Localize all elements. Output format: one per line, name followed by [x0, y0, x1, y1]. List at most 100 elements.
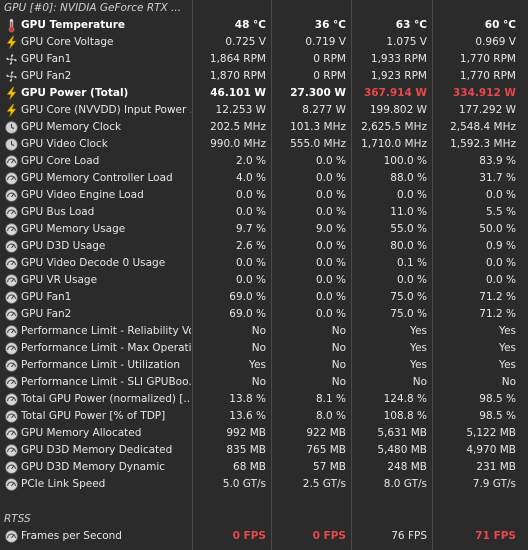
- thermometer-icon: [4, 18, 19, 33]
- gauge-icon: [4, 205, 19, 220]
- maximum-value: 76 FPS: [391, 530, 427, 542]
- current-value: 202.5 MHz: [210, 121, 266, 133]
- sensor-name: GPU D3D Memory Dynamic: [21, 461, 166, 473]
- sensor-name: Total GPU Power [% of TDP]: [21, 410, 166, 422]
- sensor-row-gpu-memory-clock[interactable]: GPU Memory Clock 202.5 MHz 101.3 MHz 2,625.…: [0, 119, 528, 136]
- sensor-row-gpu-d3d-memory-dynamic[interactable]: GPU D3D Memory Dynamic 68 MB 57 MB 248 MB 23…: [0, 459, 528, 476]
- maximum-value: 1,710.0 MHz: [361, 138, 427, 150]
- sensor-row-gpu-bus-load[interactable]: GPU Bus Load 0.0 % 0.0 % 11.0 % 5.5 %: [0, 204, 528, 221]
- sensor-label: Performance Limit - Max Operati...: [4, 340, 191, 357]
- sensor-label: Total GPU Power [% of TDP]: [4, 408, 191, 425]
- sensor-label: GPU Memory Controller Load: [4, 170, 191, 187]
- sensor-name: GPU Fan2: [21, 70, 72, 82]
- current-value: 13.8 %: [229, 393, 266, 405]
- sensor-row-total-gpu-power-normalized[interactable]: Total GPU Power (normalized) [... 13.8 % 8…: [0, 391, 528, 408]
- sensor-row-gpu-memory-usage[interactable]: GPU Memory Usage 9.7 % 9.0 % 55.0 % 50.0 %: [0, 221, 528, 238]
- sensor-row-gpu-core-voltage[interactable]: GPU Core Voltage 0.725 V 0.719 V 1.075 V 0.9…: [0, 34, 528, 51]
- minimum-value: 922 MB: [306, 427, 346, 439]
- minimum-value: No: [331, 359, 346, 371]
- sensor-row-gpu-memory-controller-load[interactable]: GPU Memory Controller Load 4.0 % 0.0 % 88.0…: [0, 170, 528, 187]
- sensor-label: GPU Video Engine Load: [4, 187, 191, 204]
- average-value: 50.0 %: [479, 223, 516, 235]
- gauge-icon: [4, 477, 19, 492]
- sensor-row-gpu-core-nvvdd-input-power[interactable]: GPU Core (NVVDD) Input Power ... 12.253 W…: [0, 102, 528, 119]
- sensor-row-gpu-fan2[interactable]: GPU Fan2 69.0 % 0.0 % 75.0 % 71.2 %: [0, 306, 528, 323]
- gauge-icon: [4, 529, 19, 544]
- sensor-row-gpu-vr-usage[interactable]: GPU VR Usage 0.0 % 0.0 % 0.0 % 0.0 %: [0, 272, 528, 289]
- sensor-name: GPU Bus Load: [21, 206, 95, 218]
- current-value: 2.0 %: [235, 155, 266, 167]
- sensor-row-gpu-core-load[interactable]: GPU Core Load 2.0 % 0.0 % 100.0 % 83.9 %: [0, 153, 528, 170]
- maximum-value: No: [412, 376, 427, 388]
- sensor-row-performance-limit-max-operati[interactable]: Performance Limit - Max Operati... No No Ye…: [0, 340, 528, 357]
- gauge-icon: [4, 256, 19, 271]
- maximum-value: 108.8 %: [383, 410, 427, 422]
- sensor-row-gpu-video-clock[interactable]: GPU Video Clock 990.0 MHz 555.0 MHz 1,710.0…: [0, 136, 528, 153]
- sensor-row-gpu-fan2[interactable]: GPU Fan2 1,870 RPM 0 RPM 1,923 RPM 1,770 RPM: [0, 68, 528, 85]
- sensor-label: GPU Memory Allocated: [4, 425, 191, 442]
- average-value: 71.2 %: [479, 291, 516, 303]
- sensor-name: PCIe Link Speed: [21, 478, 106, 490]
- sensor-name: Performance Limit - SLI GPUBoo...: [21, 376, 191, 388]
- sensor-row-total-gpu-power-of-tdp[interactable]: Total GPU Power [% of TDP] 13.6 % 8.0 % 108…: [0, 408, 528, 425]
- minimum-value: 2.5 GT/s: [302, 478, 346, 490]
- sensor-name: GPU Video Engine Load: [21, 189, 144, 201]
- minimum-value: 27.300 W: [290, 87, 346, 99]
- gauge-icon: [4, 341, 19, 356]
- sensor-label: GPU Fan2: [4, 68, 191, 85]
- sensor-row-gpu-d3d-usage[interactable]: GPU D3D Usage 2.6 % 0.0 % 80.0 % 0.9 %: [0, 238, 528, 255]
- sensor-label: Performance Limit - Utilization: [4, 357, 191, 374]
- sensor-name: Performance Limit - Max Operati...: [21, 342, 191, 354]
- sensor-name: GPU Fan2: [21, 308, 72, 320]
- sensor-row-gpu-temperature[interactable]: GPU Temperature 48 °C 36 °C 63 °C 60 °C: [0, 17, 528, 34]
- minimum-value: 0 RPM: [313, 53, 346, 65]
- sensor-name: GPU VR Usage: [21, 274, 98, 286]
- sensor-row-performance-limit-reliability-vo[interactable]: Performance Limit - Reliability Vo... No N…: [0, 323, 528, 340]
- sensor-row-gpu-power-total[interactable]: GPU Power (Total) 46.101 W 27.300 W 367.914…: [0, 85, 528, 102]
- gauge-icon: [4, 188, 19, 203]
- average-value: 98.5 %: [479, 393, 516, 405]
- gauge-icon: [4, 307, 19, 322]
- average-value: 5.5 %: [485, 206, 516, 218]
- current-value: 0.0 %: [235, 189, 266, 201]
- sensor-row-gpu-fan1[interactable]: GPU Fan1 69.0 % 0.0 % 75.0 % 71.2 %: [0, 289, 528, 306]
- current-value: 0.0 %: [235, 257, 266, 269]
- maximum-value: 75.0 %: [390, 291, 427, 303]
- current-value: 0.0 %: [235, 206, 266, 218]
- maximum-value: 63 °C: [395, 19, 427, 31]
- sensor-row-gpu-memory-allocated[interactable]: GPU Memory Allocated 992 MB 922 MB 5,631 MB…: [0, 425, 528, 442]
- maximum-value: 1.075 V: [386, 36, 427, 48]
- average-value: No: [501, 376, 516, 388]
- minimum-value: 57 MB: [313, 461, 346, 473]
- sensor-name: GPU Fan1: [21, 291, 72, 303]
- maximum-value: 55.0 %: [390, 223, 427, 235]
- gpu-group-header[interactable]: GPU [#0]: NVIDIA GeForce RTX ...: [0, 0, 528, 17]
- gauge-icon: [4, 171, 19, 186]
- sensor-row-gpu-video-decode-0-usage[interactable]: GPU Video Decode 0 Usage 0.0 % 0.0 % 0.1 % 0…: [0, 255, 528, 272]
- minimum-value: 101.3 MHz: [290, 121, 346, 133]
- sensor-name: Performance Limit - Utilization: [21, 359, 180, 371]
- gauge-icon: [4, 358, 19, 373]
- sensor-row-gpu-fan1[interactable]: GPU Fan1 1,864 RPM 0 RPM 1,933 RPM 1,770 RPM: [0, 51, 528, 68]
- current-value: Yes: [249, 359, 266, 371]
- sensor-row-gpu-d3d-memory-dedicated[interactable]: GPU D3D Memory Dedicated 835 MB 765 MB 5,48…: [0, 442, 528, 459]
- average-value: 0.0 %: [485, 257, 516, 269]
- sensor-name: GPU Fan1: [21, 53, 72, 65]
- sensor-label: GPU VR Usage: [4, 272, 191, 289]
- gauge-icon: [4, 443, 19, 458]
- sensor-row-pcie-link-speed[interactable]: PCIe Link Speed 5.0 GT/s 2.5 GT/s 8.0 GT/s 7…: [0, 476, 528, 493]
- clock-icon: [4, 120, 19, 135]
- sensor-name: GPU Core (NVVDD) Input Power ...: [21, 104, 191, 116]
- minimum-value: 0.0 %: [315, 155, 346, 167]
- sensor-row-fps[interactable]: Frames per Second 0 FPS 0 FPS 76 FPS 71 FPS: [0, 528, 528, 545]
- gauge-icon: [4, 460, 19, 475]
- sensor-row-performance-limit-utilization[interactable]: Performance Limit - Utilization Yes No Yes Y…: [0, 357, 528, 374]
- sensor-row-performance-limit-sli-gpuboo[interactable]: Performance Limit - SLI GPUBoo... No No No N…: [0, 374, 528, 391]
- average-value: Yes: [499, 342, 516, 354]
- gauge-icon: [4, 239, 19, 254]
- scrollbar[interactable]: [519, 0, 528, 550]
- sensor-row-gpu-video-engine-load[interactable]: GPU Video Engine Load 0.0 % 0.0 % 0.0 % 0.0 …: [0, 187, 528, 204]
- gauge-icon: [4, 273, 19, 288]
- rtss-group-header[interactable]: RTSS: [0, 511, 528, 528]
- current-value: 4.0 %: [235, 172, 266, 184]
